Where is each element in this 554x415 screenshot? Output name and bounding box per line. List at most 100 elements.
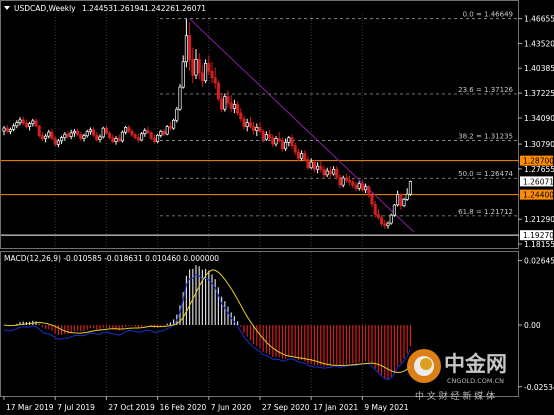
candle-body — [28, 123, 32, 127]
candle — [111, 134, 115, 144]
candle-body — [111, 137, 115, 142]
candle — [191, 47, 195, 84]
candle-body — [319, 165, 323, 170]
candle — [344, 174, 348, 183]
candle — [37, 125, 41, 138]
candle-body — [40, 135, 44, 139]
candle — [85, 129, 89, 138]
trendline — [189, 18, 414, 233]
candle-body — [143, 130, 147, 135]
candle-body — [293, 145, 297, 153]
candle — [245, 118, 249, 132]
candle — [213, 67, 217, 89]
candle — [402, 197, 406, 208]
candle-body — [360, 183, 364, 191]
candle-body — [316, 165, 320, 170]
candle — [28, 121, 32, 131]
ohlc-close: 1.26071 — [175, 4, 206, 13]
candle-body — [63, 133, 67, 139]
candle — [60, 135, 64, 145]
price-tick-label: 1.21290 — [524, 215, 554, 224]
candle-body — [405, 193, 409, 200]
candle-body — [312, 161, 316, 170]
candle — [72, 128, 76, 137]
candle-body — [207, 63, 211, 72]
candle — [120, 130, 124, 143]
candle-body — [354, 184, 358, 189]
candle — [66, 130, 70, 139]
candle — [376, 208, 380, 220]
candle-body — [303, 153, 307, 161]
watermark-domain: CNGOLD.COM.CN — [447, 377, 504, 385]
candle — [117, 134, 121, 143]
candle-body — [258, 127, 262, 132]
candle — [367, 185, 371, 198]
candle — [143, 128, 147, 137]
candle-body — [50, 131, 54, 139]
candle-body — [296, 151, 300, 159]
candle — [316, 162, 320, 174]
candle-body — [85, 131, 89, 137]
candle-body — [332, 168, 336, 175]
symbol-header: USDCAD,Weekly — [14, 4, 76, 13]
candle-body — [245, 122, 249, 127]
candle — [114, 136, 118, 145]
candle — [79, 132, 83, 141]
candle-body — [274, 138, 278, 145]
price-tick-label: 1.37225 — [524, 89, 554, 98]
candle-body — [236, 104, 240, 114]
candle-body — [264, 134, 268, 140]
candle — [181, 55, 185, 89]
candle — [53, 135, 57, 147]
candle-body — [373, 203, 377, 215]
candle — [396, 190, 400, 207]
chart-dropdown-icon[interactable] — [4, 6, 10, 10]
candle — [252, 121, 256, 135]
candle — [76, 128, 80, 137]
price-tick-label: 1.43520 — [524, 39, 554, 48]
candle-body — [328, 170, 332, 175]
candle-body — [130, 131, 134, 136]
candle — [34, 118, 38, 128]
candle — [47, 129, 51, 139]
candle — [156, 133, 160, 144]
candle-body — [12, 125, 16, 130]
candle-body — [82, 135, 86, 139]
candle — [44, 133, 48, 143]
price-tick-label: 1.18155 — [524, 240, 554, 249]
candle — [322, 166, 326, 179]
trendline-group — [189, 18, 414, 233]
candle — [373, 200, 377, 218]
candle — [300, 150, 304, 161]
chart-canvas: 0.0 = 1.46649 23.6 = 1.37126 38.2 = 1.3123… — [0, 0, 554, 412]
candle-body — [399, 194, 403, 207]
candle — [303, 150, 307, 162]
macd-tick-label: 0.026454 — [524, 257, 554, 266]
candle — [392, 204, 396, 217]
candle-body — [156, 134, 160, 142]
candle — [338, 174, 342, 189]
candle — [140, 132, 144, 142]
candle-body — [229, 102, 233, 109]
time-tick-label: 17 Mar 2019 — [6, 403, 54, 412]
macd-label: MACD(12,26,9) -0.010585 -0.018631 0.0104… — [4, 254, 219, 263]
candle — [229, 94, 233, 113]
candle — [383, 219, 387, 229]
candle — [380, 215, 384, 227]
candle-body — [351, 181, 355, 186]
candle — [325, 167, 329, 178]
candle — [210, 61, 214, 84]
candle — [31, 118, 35, 127]
candle — [239, 108, 243, 122]
candle-body — [392, 204, 396, 216]
candle — [146, 126, 150, 135]
candle — [15, 120, 19, 129]
candle-body — [15, 122, 19, 127]
candle — [280, 137, 284, 152]
candle-body — [124, 127, 128, 133]
candle-body — [277, 138, 281, 142]
price-tick-label: 1.46655 — [524, 15, 554, 24]
candle-body — [24, 123, 28, 127]
candle — [332, 166, 336, 176]
candle — [399, 193, 403, 210]
